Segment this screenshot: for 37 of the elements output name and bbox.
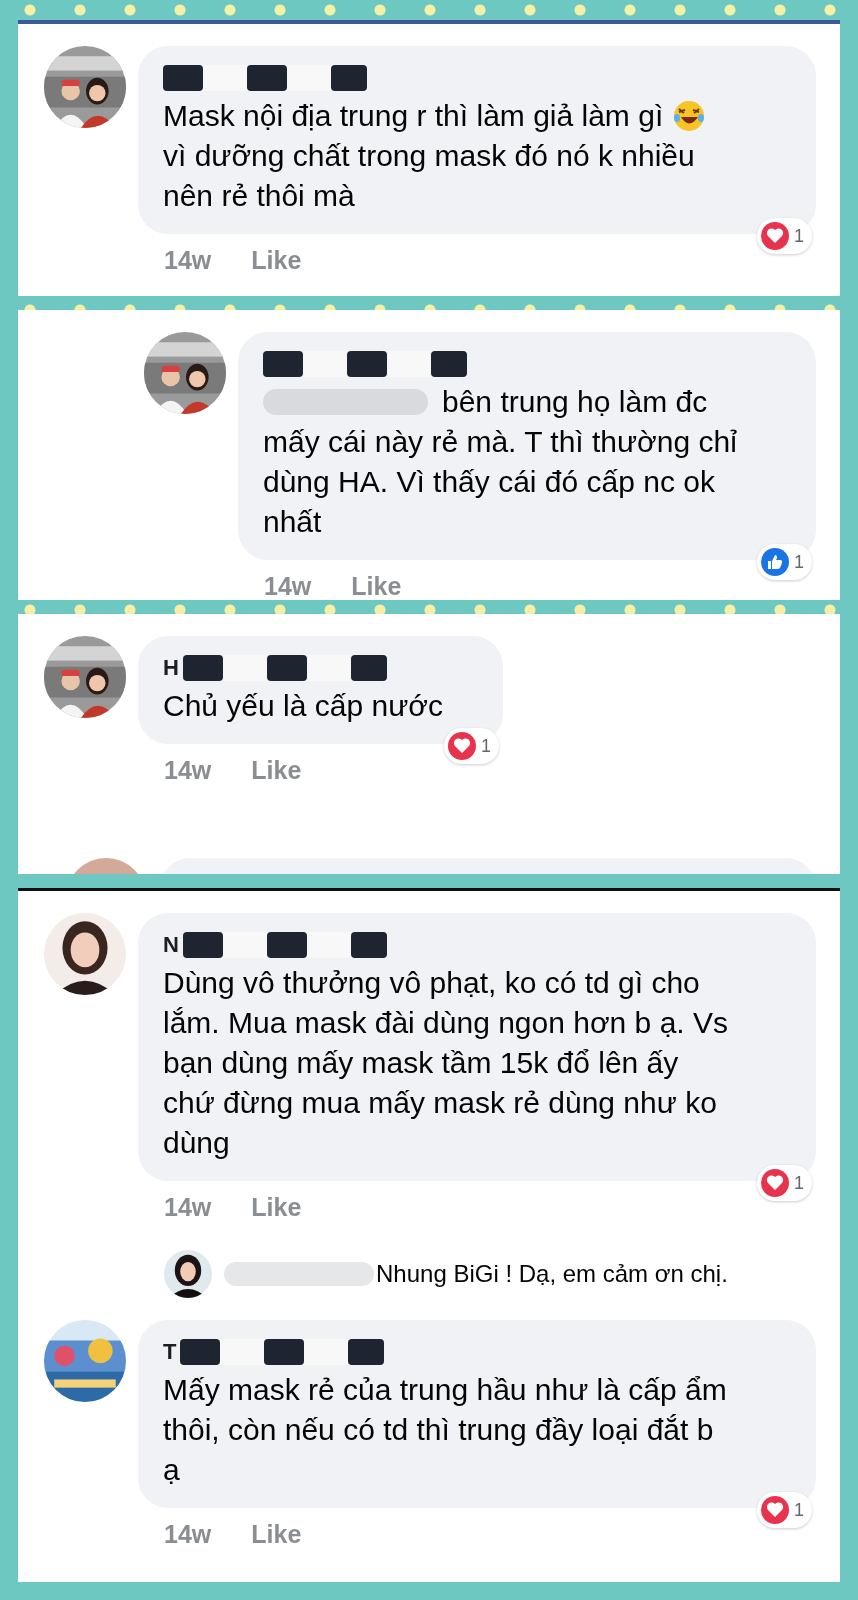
comment-text-line: Dùng vô thưởng vô phạt, ko có td gì cho [163,965,700,1001]
thumbs-up-icon [760,547,790,577]
author-name: H [163,655,179,681]
comment-text-line: chứ đừng mua mấy mask rẻ dùng như ko [163,1085,717,1121]
comment-time: 14w [164,1520,212,1549]
reply-text: Nhung BiGi ! Dạ, em cảm ơn chị. [376,1260,728,1288]
like-link[interactable]: Like [251,756,302,785]
comment-text-line: ạ [163,1452,180,1488]
reaction-badge: 1 [757,1492,812,1528]
comment-text-line: bên trung họ làm đc [442,384,708,420]
reaction-badge: 1 [443,728,499,764]
reaction-badge: 1 [757,544,812,580]
comment-text-line: mấy cái này rẻ mà. T thì thường chỉ [263,424,737,460]
comment-text-line: nên rẻ thôi mà [163,178,355,214]
comment-text-line: lắm. Mua mask đài dùng ngon hơn b ạ. Vs [163,1005,728,1041]
reaction-badge: 1 [757,1165,812,1201]
comment-text-line: Chủ yếu là cấp nước [163,688,443,724]
comment-text-line: Mask nội địa trung r thì làm giả làm gì [163,98,664,134]
reaction-badge: 1 [757,218,812,254]
like-link[interactable]: Like [251,246,302,275]
like-link[interactable]: Like [351,572,402,600]
author-name: T [163,1339,177,1365]
like-link[interactable]: Like [251,1193,302,1222]
comment-text-line: nhất [263,504,322,540]
comment-text-line: vì dưỡng chất trong mask đó nó k nhiều [163,138,695,174]
comment-time: 14w [264,572,312,600]
comment-time: 14w [164,246,212,275]
laughing-emoji-icon [673,100,706,132]
comment-text-line: bạn dùng mấy mask tầm 15k đổ lên ấy [163,1045,679,1081]
comment-text-line: dùng HA. Vì thấy cái đó cấp nc ok [263,464,715,500]
comment-text-line: Mấy mask rẻ của trung hầu như là cấp ẩm [163,1372,727,1408]
like-link[interactable]: Like [251,1520,302,1549]
comment-text-line: dùng [163,1125,230,1161]
comment-time: 14w [164,1193,212,1222]
comment-time: 14w [164,756,212,785]
author-name: N [163,932,179,958]
comment-text-line: thôi, còn nếu có td thì trung đầy loại đắt b [163,1412,714,1448]
